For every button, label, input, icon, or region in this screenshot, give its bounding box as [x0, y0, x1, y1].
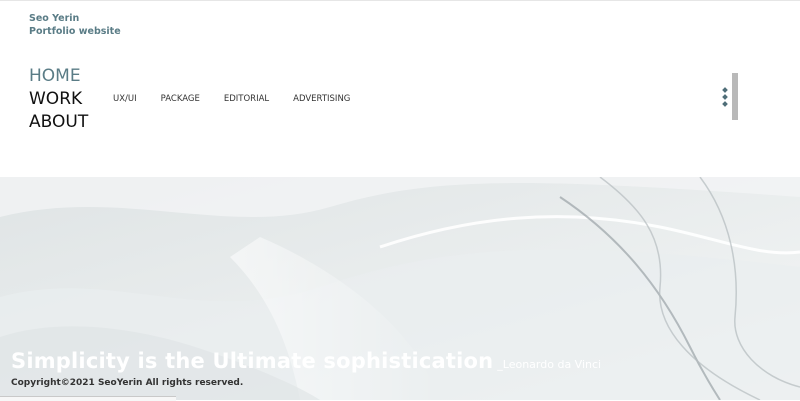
hero-quote: Simplicity is the Ultimate sophisticatio… — [11, 349, 601, 373]
three-dots-icon[interactable] — [720, 86, 730, 108]
bottom-strip — [0, 396, 176, 401]
nav-work[interactable]: WORK — [29, 88, 88, 111]
sub-nav-package[interactable]: PACKAGE — [161, 93, 200, 105]
sub-nav-editorial[interactable]: EDITORIAL — [224, 93, 269, 105]
brand-name: Seo Yerin — [29, 13, 80, 24]
quote-author: _Leonardo da Vinci — [497, 358, 602, 371]
brand[interactable]: Seo Yerin Portfolio website — [29, 12, 121, 38]
main-nav: HOME WORK ABOUT — [29, 65, 88, 134]
nav-home[interactable]: HOME — [29, 65, 88, 88]
quote-text: Simplicity is the Ultimate sophisticatio… — [11, 349, 494, 373]
work-sub-nav: UX/UI PACKAGE EDITORIAL ADVERTISING — [113, 93, 350, 105]
sub-nav-advertising[interactable]: ADVERTISING — [293, 93, 350, 105]
brand-subtitle: Portfolio website — [29, 26, 121, 37]
top-border — [0, 0, 800, 1]
copyright-text: Copyright©2021 SeoYerin All rights reser… — [11, 378, 244, 388]
sub-nav-ux-ui[interactable]: UX/UI — [113, 93, 137, 105]
nav-about[interactable]: ABOUT — [29, 111, 88, 134]
scroll-indicator[interactable] — [732, 73, 738, 120]
